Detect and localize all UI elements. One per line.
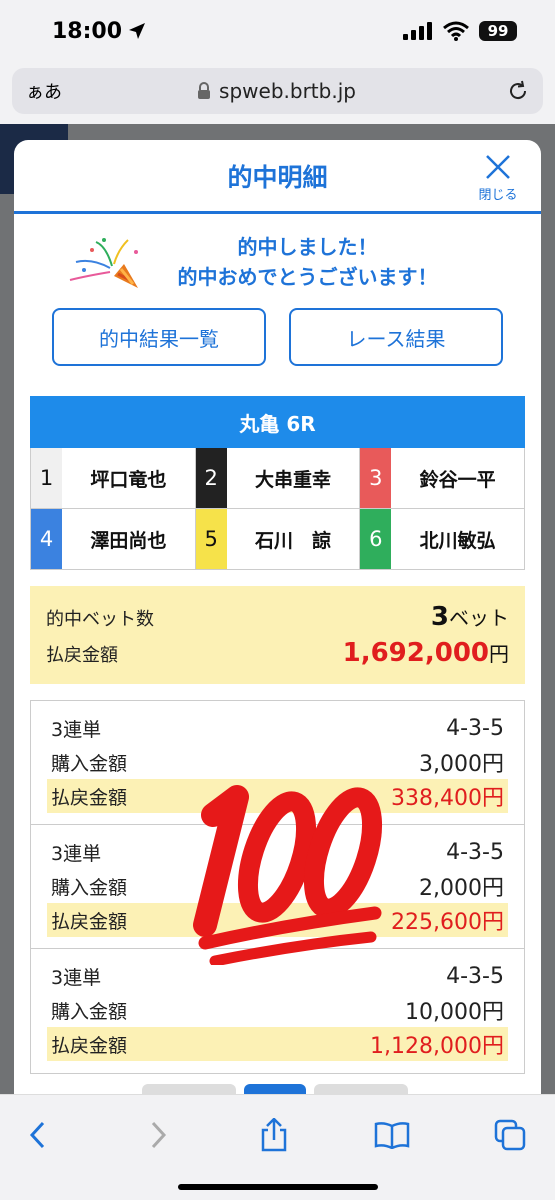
url-bar[interactable]: ぁあ spweb.brtb.jp [12, 68, 543, 114]
tabs-icon [494, 1119, 526, 1151]
bookmarks-icon [374, 1122, 410, 1149]
purchase-amount: 2,000円 [419, 876, 504, 901]
race-title: 丸亀 6R [30, 396, 525, 448]
racer-cell: 5 石川 諒 [195, 509, 361, 570]
modal-title: 的中明細 [227, 162, 328, 192]
url-text: spweb.brtb.jp [219, 79, 356, 103]
forward-button[interactable] [138, 1115, 178, 1155]
racer-cell: 1 坪口竜也 [31, 448, 196, 509]
bets-count: 3 [430, 602, 449, 632]
payout-amount: 1,128,000円 [370, 1034, 504, 1059]
modal-button-row: 的中結果一覧 レース結果 [14, 308, 541, 366]
race-results-button[interactable]: レース結果 [289, 308, 503, 366]
clock: 18:00 [52, 18, 123, 44]
bet-combo: 4-3-5 [446, 963, 504, 989]
hundred-points-icon [193, 785, 383, 965]
lane-number: 2 [195, 448, 227, 508]
close-label: 閉じる [478, 188, 518, 203]
purchase-label: 購入金額 [51, 876, 128, 899]
bet-combo: 4-3-5 [446, 715, 504, 741]
racer-name: 大串重幸 [254, 468, 331, 491]
home-indicator [178, 1184, 378, 1190]
payout-amount: 1,692,000 [342, 638, 489, 668]
lock-icon [198, 82, 211, 99]
lane-number: 4 [31, 509, 62, 569]
bet-type: 3連単 [51, 718, 102, 741]
purchase-amount: 10,000円 [405, 1000, 504, 1025]
close-button[interactable]: 閉じる [473, 154, 523, 203]
bets-value: 3ベット [431, 602, 509, 632]
lane-number: 6 [360, 509, 392, 569]
modal-header: 的中明細 閉じる [14, 140, 541, 214]
payout-label: 払戻金額 [51, 1034, 128, 1057]
bet-combo: 4-3-5 [446, 839, 504, 865]
racer-name: 坪口竜也 [90, 468, 167, 491]
payout-label: 払戻金額 [51, 786, 128, 809]
status-bar: 18:00 99 [0, 0, 555, 62]
browser-url-area: ぁあ spweb.brtb.jp [0, 62, 555, 124]
reader-settings-button[interactable]: ぁあ [26, 78, 86, 104]
signal-icon [403, 22, 432, 40]
payout-value: 1,692,000円 [343, 638, 509, 668]
back-icon [29, 1121, 45, 1149]
status-indicators: 99 [403, 21, 517, 41]
share-icon [261, 1118, 287, 1152]
racer-cell: 3 鈴谷一平 [360, 448, 525, 509]
purchase-label: 購入金額 [51, 1000, 128, 1023]
hit-results-list-button[interactable]: 的中結果一覧 [52, 308, 266, 366]
status-time: 18:00 [52, 19, 146, 44]
racer-name: 澤田尚也 [90, 529, 167, 552]
wifi-icon [443, 21, 469, 41]
bets-row: 的中ベット数 3ベット [46, 602, 509, 638]
payout-amount: 225,600円 [391, 910, 504, 935]
racer-name: 鈴谷一平 [419, 468, 496, 491]
racer-name: 北川敏弘 [419, 529, 496, 552]
lane-number: 5 [195, 509, 227, 569]
party-popper-icon [69, 238, 138, 288]
payout-unit: 円 [489, 642, 509, 666]
bookmarks-button[interactable] [372, 1115, 412, 1155]
payout-label: 払戻金額 [46, 645, 118, 666]
payout-amount: 338,400円 [391, 786, 504, 811]
racer-cell: 6 北川敏弘 [360, 509, 525, 570]
tabs-button[interactable] [490, 1115, 530, 1155]
racer-cell: 4 澤田尚也 [31, 509, 196, 570]
ticket-type-row: 3連単 4-3-5 [51, 711, 504, 745]
racer-grid: 1 坪口竜也 2 大串重幸 3 鈴谷一平 4 澤田尚也 5 石川 諒 6 北川敏… [30, 448, 525, 570]
bets-unit: ベット [449, 606, 509, 630]
bets-label: 的中ベット数 [46, 609, 154, 630]
racer-cell: 2 大串重幸 [195, 448, 361, 509]
purchase-amount: 3,000円 [419, 752, 504, 777]
lane-number: 3 [360, 448, 392, 508]
bet-type: 3連単 [51, 966, 102, 989]
url-display[interactable]: spweb.brtb.jp [86, 79, 467, 103]
battery-indicator: 99 [479, 21, 517, 41]
back-button[interactable] [18, 1115, 58, 1155]
ticket-payout-row: 払戻金額 1,128,000円 [47, 1027, 508, 1061]
ticket-purchase-row: 購入金額 3,000円 [51, 745, 504, 779]
hit-summary: 的中ベット数 3ベット 払戻金額 1,692,000円 [30, 586, 525, 684]
race-info: 丸亀 6R 1 坪口竜也 2 大串重幸 3 鈴谷一平 4 澤田尚也 5 石川 諒 [30, 396, 525, 570]
reload-icon[interactable] [507, 80, 529, 102]
ticket-item: 3連単 4-3-5 購入金額 10,000円 払戻金額 1,128,000円 [31, 949, 524, 1073]
payout-label: 払戻金額 [51, 910, 128, 933]
ticket-purchase-row: 購入金額 10,000円 [51, 993, 504, 1027]
close-icon [486, 155, 510, 179]
share-button[interactable] [254, 1115, 294, 1155]
purchase-label: 購入金額 [51, 752, 128, 775]
racer-name: 石川 諒 [254, 529, 331, 552]
payout-row: 払戻金額 1,692,000円 [46, 638, 509, 674]
bet-type: 3連単 [51, 842, 102, 865]
lane-number: 1 [31, 448, 62, 508]
location-arrow-icon [129, 23, 146, 39]
congrats-message: 的中しました！ 的中おめでとうございます！ [14, 214, 541, 304]
forward-icon [151, 1121, 167, 1149]
